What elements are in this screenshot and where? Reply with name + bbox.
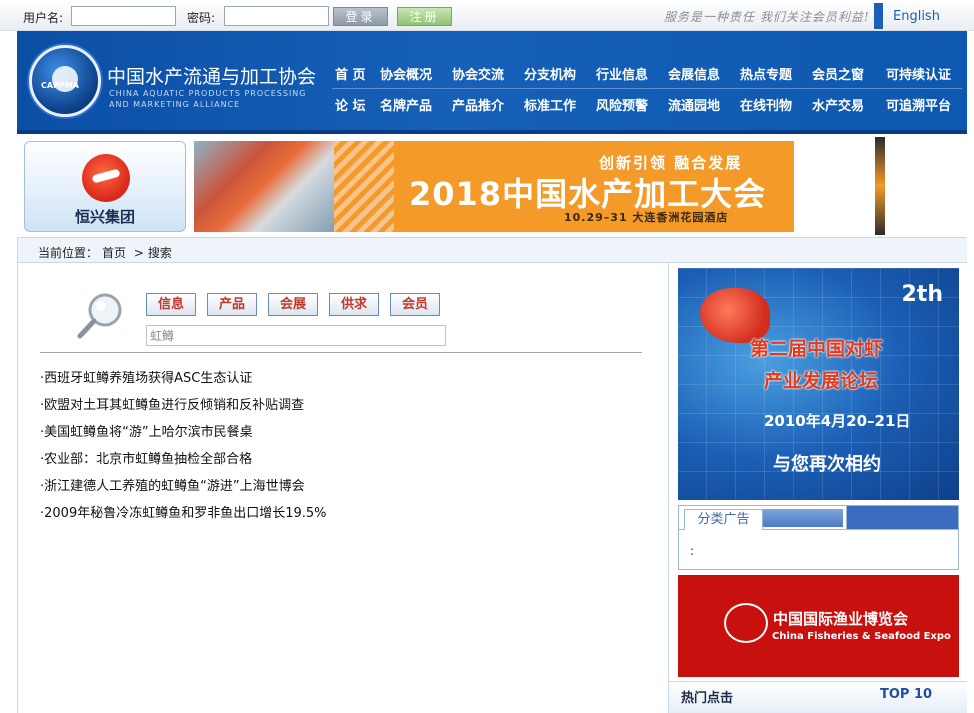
nav-online-journal[interactable]: 在线刊物: [740, 95, 792, 114]
breadcrumb: 当前位置： 首页 > 搜索: [17, 237, 967, 263]
results-divider: [40, 352, 642, 353]
ad-tagline: 与您再次相约: [773, 454, 881, 475]
banner-date: 10.29–31 大连香洲花园酒店: [564, 211, 729, 224]
hot-clicks-header: 热门点击 TOP 10: [669, 681, 967, 713]
search-panel: 信息 产品 会展 供求 会员 ·西班牙虹鳟养殖场获得ASC生态认证 ·欧盟对土耳…: [17, 263, 669, 713]
classified-content: :: [690, 544, 695, 558]
result-link[interactable]: ·欧盟对土耳其虹鳟鱼进行反倾销和反补贴调查: [40, 394, 304, 413]
org-name: 中国水产流通与加工协会: [107, 66, 317, 88]
slogan-text: 服务是一种责任 我们关注会员利益!: [664, 10, 870, 24]
english-accent-bar: [874, 3, 883, 29]
result-link[interactable]: ·2009年秘鲁冷冻虹鳟鱼和罗非鱼出口增长19.5%: [40, 502, 327, 521]
tab-classified-ads[interactable]: 分类广告: [684, 509, 763, 530]
top10-label[interactable]: TOP 10: [880, 687, 932, 702]
nav-members[interactable]: 会员之窗: [812, 64, 864, 83]
conference-banner[interactable]: 创新引领 融合发展 2018中国水产加工大会 10.29–31 大连香洲花园酒店: [194, 141, 794, 232]
nav-sustainability[interactable]: 可持续认证: [886, 64, 951, 83]
logo-caption: CAPPMA: [41, 81, 79, 90]
breadcrumb-home[interactable]: 首页: [102, 246, 126, 260]
nav-about[interactable]: 协会概况: [380, 64, 432, 83]
nav-traceability[interactable]: 可追溯平台: [886, 95, 951, 114]
hengxing-logo-icon: [82, 154, 130, 202]
nav-trading[interactable]: 水产交易: [812, 95, 864, 114]
result-link[interactable]: ·美国虹鳟鱼将“游”上哈尔滨市民餐桌: [40, 421, 253, 440]
classified-ads-box: 分类广告 :: [678, 505, 959, 570]
nav-exhibitions[interactable]: 会展信息: [668, 64, 720, 83]
password-input[interactable]: [224, 6, 329, 26]
org-name-en-line2: AND MARKETING ALLIANCE: [109, 100, 241, 109]
nav-hot-topics[interactable]: 热点专题: [740, 64, 792, 83]
nav-forum[interactable]: 论 坛: [335, 95, 366, 114]
result-link[interactable]: ·西班牙虹鳟养殖场获得ASC生态认证: [40, 367, 252, 386]
hengxing-name: 恒兴集团: [74, 208, 135, 226]
fisheries-expo-logo-icon: [724, 603, 768, 643]
english-link[interactable]: English: [893, 9, 940, 24]
ad-title-line2: 产业发展论坛: [764, 370, 879, 392]
ad-ordinal: 2th: [901, 282, 944, 307]
password-label: 密码:: [187, 11, 216, 25]
breadcrumb-separator: >: [133, 246, 144, 260]
category-product-button[interactable]: 产品: [207, 293, 257, 316]
hengxing-banner[interactable]: 恒兴集团: [24, 141, 186, 232]
category-info-button[interactable]: 信息: [146, 293, 196, 316]
result-link[interactable]: ·浙江建德人工养殖的虹鳟鱼“游进”上海世博会: [40, 475, 305, 494]
side-banner-strip[interactable]: [875, 137, 885, 235]
right-sidebar: 2th 第二届中国对虾 产业发展论坛 2010年4月20–21日 与您再次相约 …: [669, 263, 967, 713]
nav-standards[interactable]: 标准工作: [524, 95, 576, 114]
nav-risk-alerts[interactable]: 风险预警: [596, 95, 648, 114]
register-button[interactable]: 注册: [397, 7, 452, 26]
expo-title-en: China Fisheries & Seafood Expo: [772, 631, 951, 642]
nav-product-promo[interactable]: 产品推介: [452, 95, 504, 114]
banner-stripes: [334, 141, 394, 232]
seafood-photo: [194, 141, 354, 232]
username-label: 用户名:: [23, 11, 64, 25]
magnifier-icon: [77, 293, 122, 339]
category-expo-button[interactable]: 会展: [268, 293, 318, 316]
expo-title-cn: 中国国际渔业博览会: [773, 610, 909, 628]
nav-exchange[interactable]: 协会交流: [452, 64, 504, 83]
hot-clicks-label: 热门点击: [681, 691, 734, 706]
nav-distribution[interactable]: 流通园地: [668, 95, 720, 114]
login-button[interactable]: 登录: [333, 7, 388, 26]
nav-branches[interactable]: 分支机构: [524, 64, 576, 83]
nav-brand-products[interactable]: 名牌产品: [380, 95, 432, 114]
category-supply-button[interactable]: 供求: [329, 293, 379, 316]
classified-tabbar: 分类广告: [679, 506, 958, 530]
ad-date: 2010年4月20–21日: [764, 412, 911, 430]
shrimp-forum-ad[interactable]: 2th 第二届中国对虾 产业发展论坛 2010年4月20–21日 与您再次相约: [678, 268, 959, 500]
login-bar: 用户名: 密码: 登录 注册 服务是一种责任 我们关注会员利益! English: [0, 0, 974, 31]
search-input[interactable]: [146, 325, 446, 346]
result-link[interactable]: ·农业部：北京市虹鳟鱼抽检全部合格: [40, 448, 252, 467]
breadcrumb-current: 搜索: [147, 246, 172, 260]
tab-spacer: [763, 509, 843, 527]
nav-industry-news[interactable]: 行业信息: [596, 64, 648, 83]
nav-home[interactable]: 首 页: [335, 64, 366, 83]
ad-title-line1: 第二届中国对虾: [750, 338, 884, 360]
breadcrumb-prefix: 当前位置：: [38, 246, 99, 260]
fisheries-expo-ad[interactable]: 中国国际渔业博览会 China Fisheries & Seafood Expo: [678, 575, 959, 677]
site-header: CAPPMA 中国水产流通与加工协会 CHINA AQUATIC PRODUCT…: [17, 31, 967, 134]
nav-divider: [332, 88, 962, 89]
org-name-en-line1: CHINA AQUATIC PRODUCTS PROCESSING: [109, 89, 307, 98]
category-member-button[interactable]: 会员: [390, 293, 440, 316]
username-input[interactable]: [71, 6, 176, 26]
